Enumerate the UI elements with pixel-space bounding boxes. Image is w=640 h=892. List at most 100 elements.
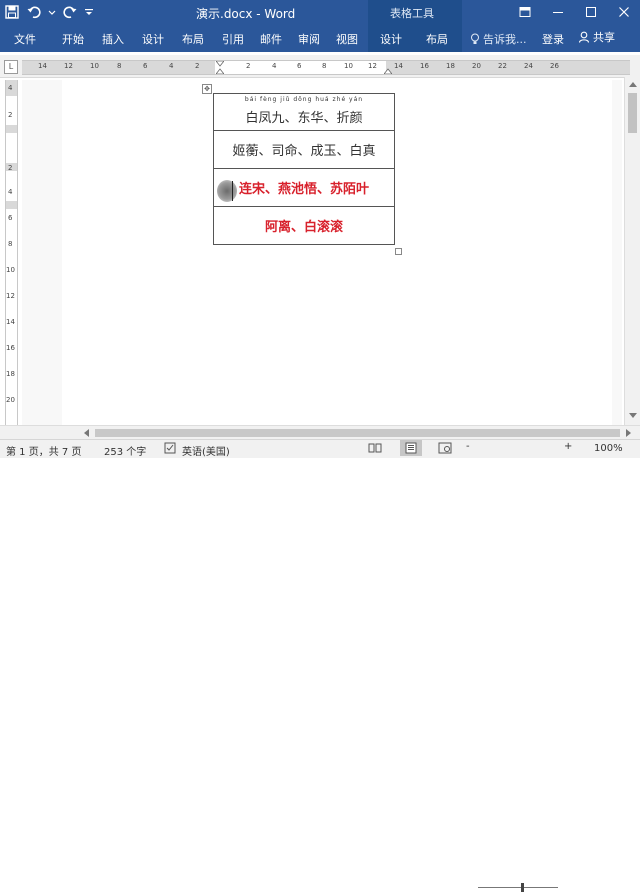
ruler-label: 2 [195,62,200,70]
minimize-icon[interactable] [541,0,574,24]
cell-text: 连宋、燕池悟、苏陌叶 [238,182,369,197]
print-layout-icon[interactable] [400,440,422,456]
undo-icon[interactable] [26,4,42,20]
vertical-ruler[interactable]: 4 2 2 4 6 8 10 12 14 16 18 20 [5,80,18,425]
vruler-label: 8 [8,240,13,248]
chevron-down-icon[interactable] [48,4,56,20]
indent-marker-icon[interactable] [216,61,224,74]
tab-table-design[interactable]: 设计 [380,31,402,47]
tell-me-box[interactable]: 告诉我... [470,31,527,47]
name-table[interactable]: bái fèng jiǔ dōng huá zhé yán 白凤九、东华、折颜 … [213,93,395,245]
proofing-icon[interactable] [164,442,178,457]
scroll-up-icon[interactable] [629,81,637,87]
vruler-label: 2 [8,111,13,119]
table-tools-header: 表格工具 [368,0,462,24]
tab-table-layout[interactable]: 布局 [426,31,448,47]
scrollbar-thumb[interactable] [628,93,637,133]
table-cell[interactable]: bái fèng jiǔ dōng huá zhé yán 白凤九、东华、折颜 [213,93,395,131]
ruler-label: 12 [368,62,377,70]
ruler-label: 10 [344,62,353,70]
ruler-label: 8 [322,62,327,70]
ruler-label: 4 [272,62,277,70]
ruler-label: 18 [446,62,455,70]
zoom-out-button[interactable]: - [466,441,470,452]
ribbon-display-options-icon[interactable] [508,0,541,24]
zoom-in-button[interactable]: + [564,441,572,452]
zoom-level[interactable]: 100% [594,443,623,454]
vruler-label: 16 [6,344,15,352]
ruler-label: 14 [38,62,47,70]
table-resize-handle-icon[interactable] [395,248,402,255]
ruler-label: 16 [420,62,429,70]
table-move-handle-icon[interactable]: ✥ [202,84,212,94]
ruler-label: 14 [394,62,403,70]
table-cell[interactable]: 姬蘅、司命、成玉、白真 [213,131,395,169]
vruler-label: 20 [6,396,15,404]
right-indent-marker-icon[interactable] [384,66,392,74]
vruler-label: 18 [6,370,15,378]
ruler-label: 12 [64,62,73,70]
ruler-label: 8 [117,62,122,70]
tab-home[interactable]: 开始 [62,31,84,47]
window-title: 演示.docx - Word [196,7,296,21]
table-tools-label: 表格工具 [390,7,434,20]
vruler-label: 2 [8,164,13,172]
redo-icon[interactable] [62,4,78,20]
login-link[interactable]: 登录 [542,31,564,47]
table-cell[interactable]: 阿离、白滚滚 [213,207,395,245]
ruler-label: 6 [143,62,148,70]
vruler-label: 6 [8,214,13,222]
window-controls [508,0,640,24]
ruler-label: 4 [169,62,174,70]
vruler-row-marker [6,201,17,209]
tab-design[interactable]: 设计 [142,31,164,47]
ruler-label: 24 [524,62,533,70]
maximize-icon[interactable] [574,0,607,24]
ruler-label: 2 [246,62,251,70]
tab-mailings[interactable]: 邮件 [260,31,282,47]
tab-review[interactable]: 审阅 [298,31,320,47]
ruler-label: 22 [498,62,507,70]
ruler-label: 20 [472,62,481,70]
cell-text: 白凤九、东华、折颜 [245,110,363,126]
save-icon[interactable] [4,4,20,20]
tab-references[interactable]: 引用 [222,31,244,47]
customize-toolbar-icon[interactable] [84,4,94,20]
zoom-slider-thumb[interactable] [521,883,524,892]
vruler-label: 4 [8,84,13,92]
scroll-left-icon[interactable] [83,429,89,437]
vertical-scrollbar[interactable] [624,77,640,425]
vruler-row-marker [6,125,17,133]
pinyin-guide: bái fèng jiǔ dōng huá zhé yán [244,96,364,103]
vruler-label: 14 [6,318,15,326]
horizontal-scrollbar[interactable] [0,425,640,440]
tab-layout[interactable]: 布局 [182,31,204,47]
horizontal-ruler[interactable]: 14 12 10 8 6 4 2 2 4 6 8 10 12 14 16 18 … [22,60,630,75]
tab-selector[interactable]: L [4,60,18,74]
person-icon [578,31,590,43]
vruler-label: 12 [6,292,15,300]
tab-insert[interactable]: 插入 [102,31,124,47]
share-button[interactable]: 共享 [574,27,619,47]
tab-view[interactable]: 视图 [336,31,358,47]
scroll-right-icon[interactable] [626,429,632,437]
close-icon[interactable] [607,0,640,24]
mouse-cursor-highlight [217,180,237,202]
tab-file[interactable]: 文件 [14,31,36,47]
ruler-label: 10 [90,62,99,70]
ruler-label: 6 [297,62,302,70]
table-cell[interactable]: 连宋、燕池悟、苏陌叶 [213,169,395,207]
text-caret [232,181,233,201]
vruler-label: 4 [8,188,13,196]
title-bar: 演示.docx - Word 表格工具 [0,0,640,24]
word-count[interactable]: 253 个字 [104,443,146,458]
page-count[interactable]: 第 1 页，共 7 页 [6,443,81,458]
scroll-down-icon[interactable] [629,413,637,419]
language-indicator[interactable]: 英语(美国) [182,443,230,458]
web-layout-icon[interactable] [438,442,452,457]
ruler-label: 26 [550,62,559,70]
status-bar: 第 1 页，共 7 页 253 个字 英语(美国) - + 100% [0,439,640,892]
scrollbar-thumb[interactable] [95,429,620,437]
read-mode-icon[interactable] [368,442,382,457]
zoom-slider[interactable] [478,887,558,888]
